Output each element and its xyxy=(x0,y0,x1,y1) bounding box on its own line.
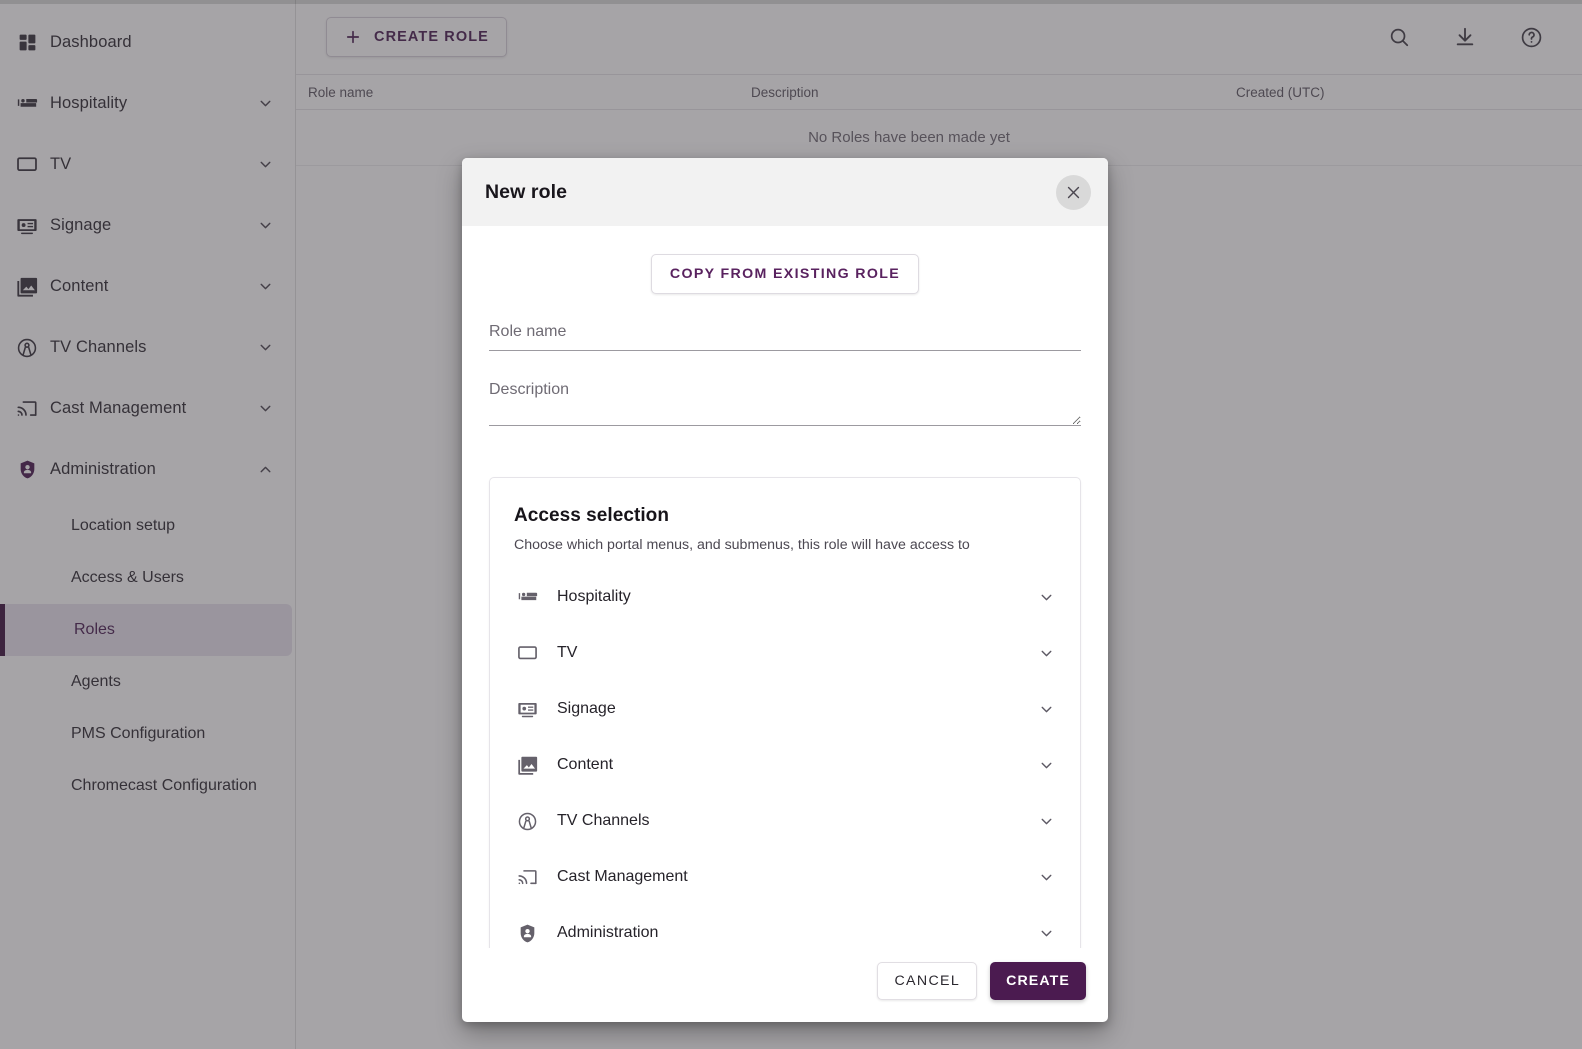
photo-library-icon xyxy=(514,752,540,778)
access-row-label: Content xyxy=(557,756,614,773)
access-row-label: Signage xyxy=(557,700,616,717)
access-selection-title: Access selection xyxy=(514,505,669,526)
app-root: Dashboard Hospitality TV Signage Content… xyxy=(0,0,1582,1049)
new-role-dialog: New role COPY FROM EXISTING ROLE Access … xyxy=(462,158,1108,1022)
access-row-tv-channels[interactable]: TV Channels xyxy=(514,793,1056,849)
create-button[interactable]: CREATE xyxy=(990,962,1086,1000)
access-selection-card: Access selection Choose which portal men… xyxy=(489,477,1081,948)
description-input[interactable] xyxy=(489,380,1081,426)
access-row-label: TV xyxy=(557,644,578,661)
chevron-down-icon[interactable] xyxy=(1036,755,1056,775)
role-name-field xyxy=(489,323,1081,351)
dialog-header: New role xyxy=(462,158,1108,226)
dialog-body: COPY FROM EXISTING ROLE Access selection… xyxy=(462,226,1108,948)
access-row-content[interactable]: Content xyxy=(514,737,1056,793)
access-selection-list: Hospitality TV Signage Content TV Channe… xyxy=(514,569,1056,948)
access-row-hospitality[interactable]: Hospitality xyxy=(514,569,1056,625)
broadcast-tower-icon xyxy=(514,808,540,834)
access-row-label: TV Channels xyxy=(557,812,650,829)
cast-icon xyxy=(514,864,540,890)
access-row-label: Hospitality xyxy=(557,588,631,605)
access-selection-subtitle: Choose which portal menus, and submenus,… xyxy=(514,537,970,553)
chevron-down-icon[interactable] xyxy=(1036,867,1056,887)
bed-icon xyxy=(514,584,540,610)
close-icon[interactable] xyxy=(1056,174,1091,210)
copy-from-existing-row: COPY FROM EXISTING ROLE xyxy=(489,254,1081,294)
chevron-down-icon[interactable] xyxy=(1036,699,1056,719)
dialog-title: New role xyxy=(485,180,568,203)
access-row-signage[interactable]: Signage xyxy=(514,681,1056,737)
access-row-label: Cast Management xyxy=(557,868,688,885)
description-field xyxy=(489,380,1081,431)
signage-icon xyxy=(514,696,540,722)
chevron-down-icon[interactable] xyxy=(1036,643,1056,663)
chevron-down-icon[interactable] xyxy=(1036,923,1056,943)
cancel-button[interactable]: CANCEL xyxy=(877,962,978,1000)
shield-person-icon xyxy=(514,920,540,946)
chevron-down-icon[interactable] xyxy=(1036,587,1056,607)
chevron-down-icon[interactable] xyxy=(1036,811,1056,831)
role-name-input[interactable] xyxy=(489,323,1081,351)
dialog-footer: CANCEL CREATE xyxy=(462,948,1108,1022)
access-row-tv[interactable]: TV xyxy=(514,625,1056,681)
access-row-administration[interactable]: Administration xyxy=(514,905,1056,948)
access-row-cast-management[interactable]: Cast Management xyxy=(514,849,1056,905)
copy-from-existing-role-button[interactable]: COPY FROM EXISTING ROLE xyxy=(650,254,920,294)
access-row-label: Administration xyxy=(557,924,659,941)
monitor-icon xyxy=(514,640,540,666)
